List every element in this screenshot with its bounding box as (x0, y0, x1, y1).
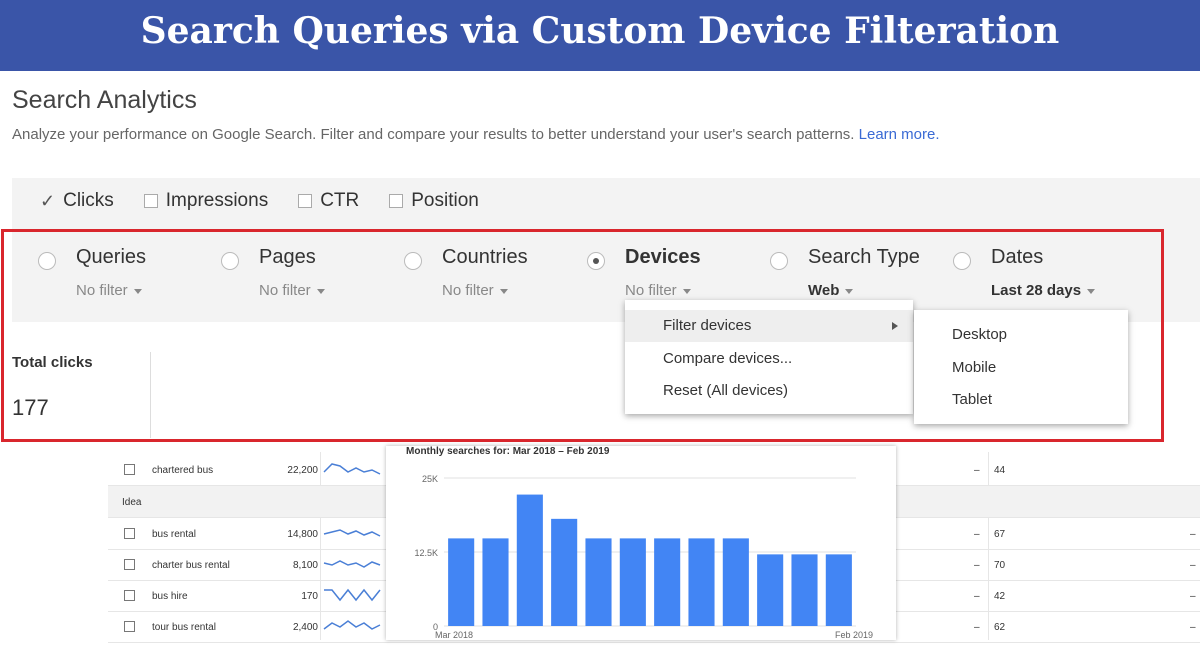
x-tick-label: Feb 2019 (835, 630, 873, 640)
metric-clicks[interactable]: ✓ Clicks (40, 190, 114, 212)
bar (688, 538, 715, 626)
bar (619, 538, 646, 626)
chart-title: Monthly searches for: Mar 2018 – Feb 201… (406, 446, 610, 457)
bar (654, 538, 681, 626)
row-checkbox[interactable] (124, 464, 135, 475)
banner-title: Search Queries via Custom Device Filtera… (0, 0, 1200, 71)
trend-sparkline (323, 463, 381, 475)
extra-value: – (1190, 560, 1196, 571)
bid-value: 42 (994, 591, 1006, 602)
row-checkbox[interactable] (124, 590, 135, 601)
metric-position[interactable]: Position (389, 190, 479, 212)
checkmark-icon: ✓ (40, 190, 56, 211)
search-volume: 8,100 (292, 560, 318, 571)
metric-ctr[interactable]: CTR (298, 190, 359, 212)
bid-value: 70 (994, 560, 1006, 571)
keyword-text: tour bus rental (152, 622, 216, 633)
keyword-text: charter bus rental (152, 560, 230, 571)
search-volume: 2,400 (292, 622, 318, 633)
search-volume: 14,800 (287, 529, 318, 540)
bar (551, 518, 578, 626)
metric-impressions[interactable]: Impressions (143, 190, 269, 212)
keyword-text: chartered bus (152, 465, 214, 476)
extra-value: – (1190, 622, 1196, 633)
extra-value: – (1190, 529, 1196, 540)
page-description: Analyze your performance on Google Searc… (12, 126, 940, 143)
competition-value: – (974, 591, 980, 602)
bid-value: 44 (994, 465, 1006, 476)
competition-value: – (974, 529, 980, 540)
y-tick-label: 25K (422, 474, 438, 484)
bar (757, 554, 784, 626)
row-checkbox[interactable] (124, 559, 135, 570)
extra-value: – (1190, 591, 1196, 602)
bar (448, 538, 475, 626)
row-checkbox[interactable] (124, 621, 135, 632)
keyword-text: bus hire (152, 591, 188, 602)
competition-value: – (974, 465, 980, 476)
metric-toggles: ✓ Clicks Impressions CTR Position (40, 190, 479, 212)
competition-value: – (974, 622, 980, 633)
bar (585, 538, 612, 626)
bid-value: 67 (994, 529, 1006, 540)
bar (482, 538, 509, 626)
x-tick-label: Mar 2018 (435, 630, 473, 640)
keyword-text: bus rental (152, 529, 196, 540)
trend-sparkline (324, 588, 381, 602)
bar-chart: 012.5K25KMar 2018 Feb 2019 (414, 474, 873, 640)
trend-sparkline (323, 529, 381, 537)
checkbox[interactable] (389, 194, 404, 208)
checkbox[interactable] (143, 194, 158, 208)
monthly-searches-popup: Monthly searches for: Mar 2018 – Feb 201… (386, 446, 896, 640)
bar (722, 538, 749, 626)
trend-sparkline (323, 560, 381, 568)
search-volume: 22,200 (287, 465, 318, 476)
metric-label: Clicks (63, 190, 114, 211)
page-title: Search Analytics (12, 86, 197, 114)
group-label: Idea (122, 497, 142, 508)
bar (791, 554, 818, 626)
bar (516, 494, 543, 626)
search-volume: 170 (301, 591, 318, 602)
trend-sparkline (323, 620, 381, 630)
bid-value: 62 (994, 622, 1006, 633)
metric-label: CTR (320, 190, 360, 211)
y-tick-label: 12.5K (414, 548, 438, 558)
learn-more-link[interactable]: Learn more. (859, 126, 940, 143)
row-checkbox[interactable] (124, 528, 135, 539)
description-text: Analyze your performance on Google Searc… (12, 126, 855, 143)
competition-value: – (974, 560, 980, 571)
metric-label: Position (411, 190, 479, 211)
bar (825, 554, 852, 626)
checkbox[interactable] (298, 194, 313, 208)
highlight-frame (1, 229, 1164, 442)
metric-label: Impressions (165, 190, 269, 211)
